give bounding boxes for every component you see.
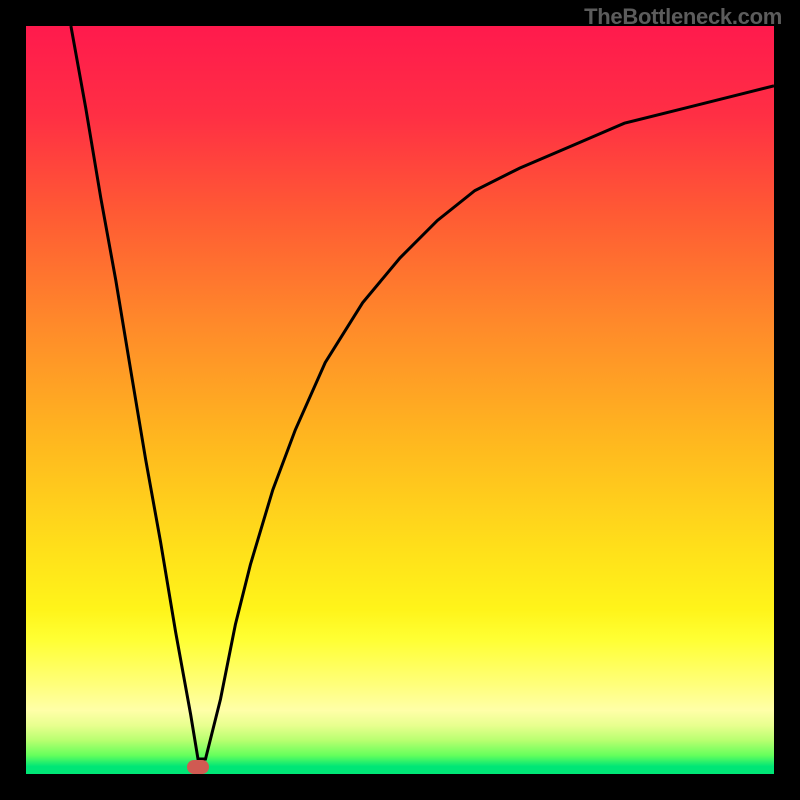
attribution-text: TheBottleneck.com xyxy=(584,4,782,30)
plot-area xyxy=(26,26,774,774)
bottleneck-curve xyxy=(71,26,774,759)
chart-frame: TheBottleneck.com xyxy=(0,0,800,800)
optimal-point-marker xyxy=(187,760,209,774)
curve-layer xyxy=(26,26,774,774)
